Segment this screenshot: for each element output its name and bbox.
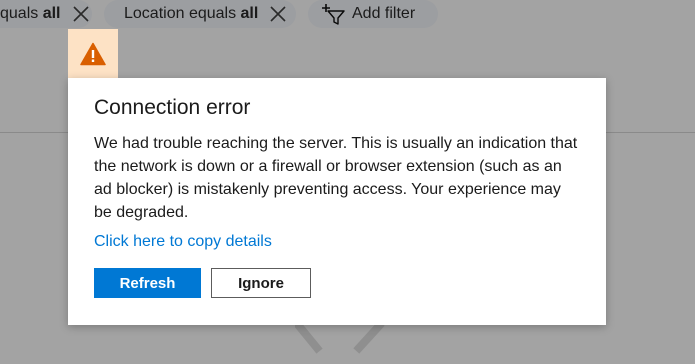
- dialog-buttons: Refresh Ignore: [94, 268, 580, 298]
- copy-details-link[interactable]: Click here to copy details: [94, 233, 580, 251]
- filter-pill-location[interactable]: Location equals all: [104, 0, 296, 28]
- warning-badge: [68, 29, 118, 78]
- add-filter-icon: [322, 4, 345, 25]
- add-filter-button[interactable]: Add filter: [308, 0, 438, 28]
- filter-pill-location-text: Location equals all: [124, 5, 259, 22]
- add-filter-label: Add filter: [352, 5, 416, 22]
- dialog-message: We had trouble reaching the server. This…: [94, 135, 578, 221]
- warning-icon: [80, 42, 106, 65]
- connection-error-dialog: Connection error We had trouble reaching…: [68, 78, 606, 325]
- dialog-title: Connection error: [94, 96, 251, 119]
- refresh-button[interactable]: Refresh: [94, 268, 201, 298]
- close-icon[interactable]: [71, 4, 91, 24]
- filter-pill-1[interactable]: quals all: [0, 0, 92, 28]
- filter-pill-1-text: quals all: [0, 5, 61, 22]
- close-icon[interactable]: [268, 4, 288, 24]
- ignore-button[interactable]: Ignore: [211, 268, 311, 298]
